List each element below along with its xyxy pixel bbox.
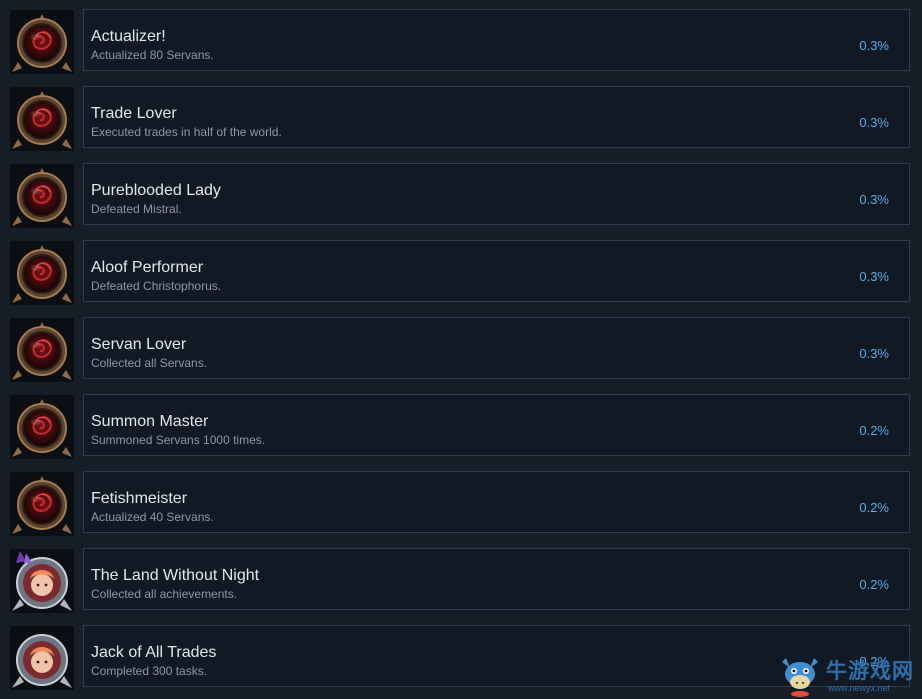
achievement-percent: 0.2% — [859, 423, 889, 438]
achievement-panel: Trade Lover Executed trades in half of th… — [83, 86, 910, 148]
achievement-panel: Summon Master Summoned Servans 1000 times… — [83, 394, 910, 456]
achievement-description: Collected all Servans. — [91, 356, 208, 370]
achievement-title: Summon Master — [91, 413, 209, 430]
achievement-percent: 0.3% — [859, 346, 889, 361]
achievement-panel: The Land Without Night Collected all achi… — [83, 548, 910, 610]
achievement-row: Servan Lover Collected all Servans. 0.3% — [0, 317, 922, 383]
achievement-title: Servan Lover — [91, 336, 187, 353]
portrait-emblem-icon — [10, 626, 74, 690]
achievement-percent: 0.3% — [859, 192, 889, 207]
achievement-row: Pureblooded Lady Defeated Mistral. 0.3% — [0, 163, 922, 229]
achievement-title: Aloof Performer — [91, 259, 204, 276]
achievement-description: Summoned Servans 1000 times. — [91, 433, 266, 447]
achievement-title: Jack of All Trades — [91, 644, 217, 661]
achievement-percent: 0.3% — [859, 38, 889, 53]
achievement-description: Defeated Christophorus. — [91, 279, 222, 293]
achievement-title: Trade Lover — [91, 105, 177, 122]
watermark-url: www.newyx.net — [828, 683, 891, 693]
achievement-row: The Land Without Night Collected all achi… — [0, 548, 922, 614]
achievement-row: Fetishmeister Actualized 40 Servans. 0.2% — [0, 471, 922, 537]
rose-emblem-icon — [10, 87, 74, 151]
watermark-logo: 牛游戏网 www.newyx.net — [776, 652, 922, 698]
achievement-row: Summon Master Summoned Servans 1000 times… — [0, 394, 922, 460]
achievement-percent: 0.2% — [859, 500, 889, 515]
achievement-title: The Land Without Night — [91, 567, 260, 584]
achievement-description: Actualized 80 Servans. — [91, 48, 214, 62]
achievement-panel: Pureblooded Lady Defeated Mistral. 0.3% — [83, 163, 910, 225]
achievement-title: Actualizer! — [91, 28, 166, 45]
rose-emblem-icon — [10, 241, 74, 305]
portrait-emblem-icon — [10, 549, 74, 613]
achievement-description: Completed 300 tasks. — [91, 664, 208, 678]
achievement-percent: 0.3% — [859, 269, 889, 284]
achievement-description: Defeated Mistral. — [91, 202, 182, 216]
achievement-panel: Actualizer! Actualized 80 Servans. 0.3% — [83, 9, 910, 71]
achievement-title: Pureblooded Lady — [91, 182, 221, 199]
rose-emblem-icon — [10, 472, 74, 536]
achievement-row: Trade Lover Executed trades in half of th… — [0, 86, 922, 152]
achievement-panel: Servan Lover Collected all Servans. 0.3% — [83, 317, 910, 379]
bull-mascot-icon — [782, 658, 818, 697]
achievement-description: Executed trades in half of the world. — [91, 125, 282, 139]
rose-emblem-icon — [10, 10, 74, 74]
achievement-percent: 0.2% — [859, 577, 889, 592]
watermark-text: 牛游戏网 — [826, 659, 914, 683]
achievement-row: Aloof Performer Defeated Christophorus. 0.… — [0, 240, 922, 306]
achievement-panel: Aloof Performer Defeated Christophorus. 0.… — [83, 240, 910, 302]
achievement-percent: 0.3% — [859, 115, 889, 130]
rose-emblem-icon — [10, 164, 74, 228]
achievement-row: Actualizer! Actualized 80 Servans. 0.3% — [0, 9, 922, 75]
rose-emblem-icon — [10, 318, 74, 382]
achievement-title: Fetishmeister — [91, 490, 188, 507]
achievement-description: Collected all achievements. — [91, 587, 238, 601]
rose-emblem-icon — [10, 395, 74, 459]
achievement-panel: Fetishmeister Actualized 40 Servans. 0.2% — [83, 471, 910, 533]
achievement-description: Actualized 40 Servans. — [91, 510, 214, 524]
